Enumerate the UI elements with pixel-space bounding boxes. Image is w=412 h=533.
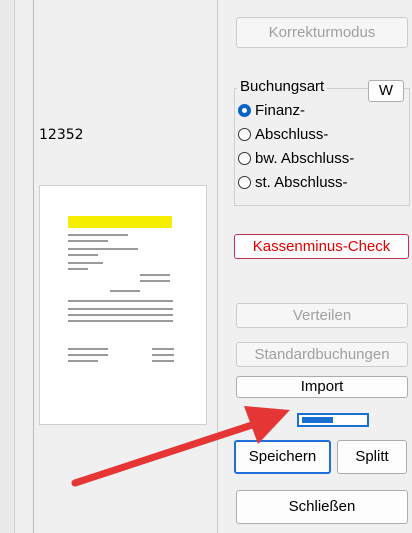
annotation-arrow-icon (71, 406, 290, 487)
